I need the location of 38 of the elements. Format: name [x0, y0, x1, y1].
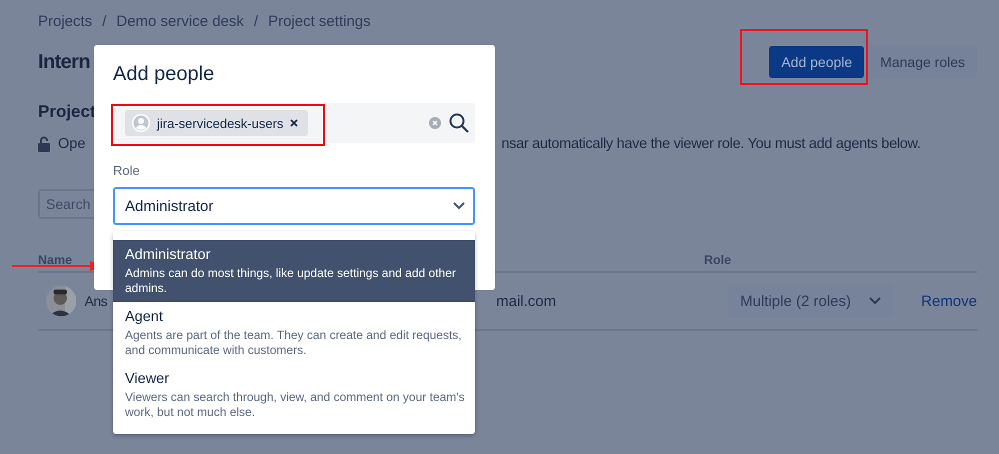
- people-picker[interactable]: jira-servicedesk-users: [113, 103, 475, 143]
- column-header: Name: [38, 253, 72, 267]
- search-icon[interactable]: [449, 113, 469, 133]
- note-text: nsar automatically have the viewer role. You must add agents below.: [501, 136, 921, 152]
- column-header: Role: [704, 253, 732, 267]
- group-chip[interactable]: jira-servicedesk-users: [125, 110, 308, 136]
- option-label: Viewer: [125, 371, 170, 387]
- chevron-down-icon: [869, 297, 882, 305]
- field-label: Role: [113, 163, 141, 179]
- dialog-title: Add people: [113, 63, 216, 87]
- user-email: mail.com: [496, 292, 556, 310]
- breadcrumb-link[interactable]: Projects: [38, 12, 92, 30]
- breadcrumb-separator: /: [254, 12, 258, 30]
- menu-option[interactable]: Viewer Viewers can search through, view, and comment on your team's work, but not much else.: [113, 364, 475, 426]
- menu-option[interactable]: Administrator Admins can do most things, like update settings and add other admins.: [113, 240, 475, 302]
- chevron-down-icon: [453, 202, 465, 210]
- user-icon: [132, 114, 150, 132]
- breadcrumb-link[interactable]: Demo service desk: [116, 12, 244, 30]
- chip-label: jira-servicedesk-users: [157, 116, 284, 130]
- note-text: Ope: [58, 136, 86, 152]
- add-people-button[interactable]: Add people: [769, 46, 864, 78]
- remove-link[interactable]: Remove: [921, 292, 977, 310]
- user-name: Ans: [84, 293, 108, 309]
- menu-option[interactable]: Agent Agents are part of the team. They can create and edit requests, and communicate with customers.: [113, 302, 475, 364]
- lock-icon: [38, 136, 50, 152]
- option-description: Admins can do most things, like update settings and add other admins.: [125, 266, 457, 296]
- option-label: Administrator: [125, 247, 212, 263]
- option-description: Agents are part of the team. They can create and edit requests, and communicate with customers.: [125, 328, 463, 358]
- role-dropdown[interactable]: Multiple (2 roles): [728, 285, 894, 317]
- option-label: Agent: [125, 309, 164, 325]
- manage-roles-button[interactable]: Manage roles: [868, 46, 977, 78]
- breadcrumb-separator: /: [102, 12, 106, 30]
- option-description: Viewers can search through, view, and comment on your team's work, but not much else.: [125, 390, 465, 420]
- page-title: Intern: [38, 50, 90, 74]
- role-select[interactable]: Administrator: [113, 187, 475, 225]
- breadcrumb-link[interactable]: Project settings: [268, 12, 371, 30]
- section-title: Project: [38, 102, 97, 122]
- close-icon[interactable]: [290, 119, 298, 127]
